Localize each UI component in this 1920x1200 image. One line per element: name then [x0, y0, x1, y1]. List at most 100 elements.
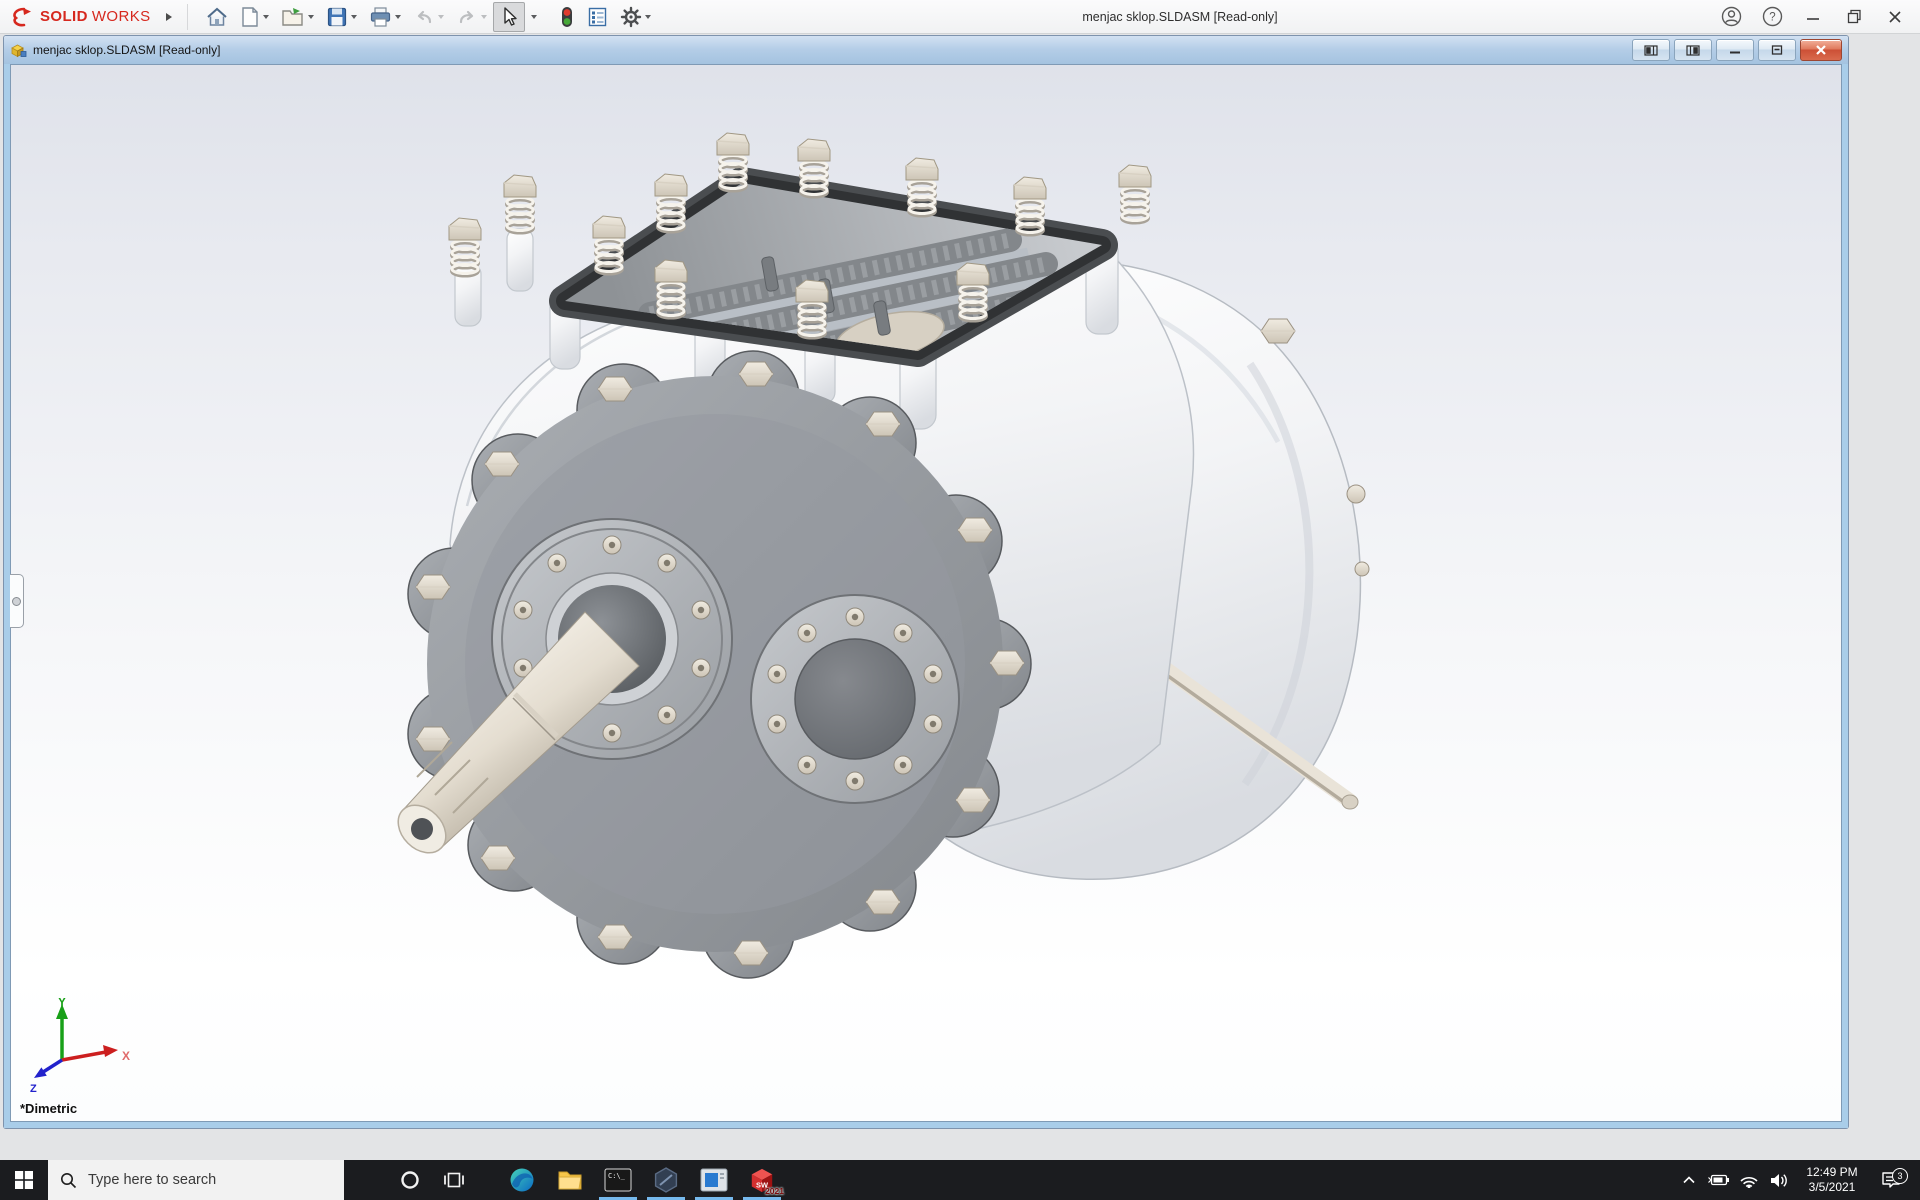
featuremanager-collapse-tab[interactable] — [10, 574, 24, 628]
view-orientation-label: *Dimetric — [20, 1101, 78, 1116]
triad-z-label: Z — [30, 1083, 37, 1094]
pane-left-icon — [1644, 44, 1658, 56]
document-window-controls — [1632, 39, 1842, 61]
battery-charging-icon[interactable] — [1704, 1174, 1734, 1186]
orientation-triad[interactable]: Y X Z — [26, 998, 130, 1094]
window-app-icon — [700, 1168, 728, 1192]
file-explorer-icon — [558, 1171, 582, 1190]
task-view-icon — [444, 1172, 464, 1188]
doc-minimize-icon — [1730, 51, 1740, 54]
gearbox-model[interactable] — [10, 64, 1842, 1122]
app-window-title: menjac sklop.SLDASM [Read-only] — [1082, 9, 1278, 24]
taskbar-clock[interactable]: 12:49 PM 3/5/2021 — [1794, 1165, 1870, 1195]
undo-icon — [417, 10, 431, 23]
system-tray: 12:49 PM 3/5/2021 3 — [1674, 1160, 1920, 1200]
taskbar-app-file-explorer[interactable] — [546, 1160, 594, 1200]
wifi-icon[interactable] — [1734, 1173, 1764, 1188]
doc-close-button[interactable] — [1800, 39, 1842, 61]
help-icon: ? — [1762, 6, 1782, 27]
doc-close-icon — [1816, 45, 1826, 55]
doc-restore-icon — [1771, 45, 1783, 55]
triad-y-label: Y — [58, 998, 66, 1009]
taskbar-app-window[interactable] — [690, 1160, 738, 1200]
account-person-icon — [1721, 6, 1741, 27]
app-restore-button[interactable] — [1841, 4, 1867, 30]
open-dropdown[interactable] — [307, 14, 314, 19]
account-button[interactable] — [1718, 4, 1744, 30]
restore-icon — [1847, 9, 1861, 24]
home-button[interactable] — [200, 2, 234, 32]
new-document-dropdown[interactable] — [262, 14, 269, 19]
app-minimize-button[interactable] — [1800, 4, 1826, 30]
cortana-icon — [401, 1171, 419, 1189]
solidworks-logo: SOLID WORKS — [10, 6, 151, 28]
redo-icon — [459, 10, 473, 23]
undo-button[interactable] — [407, 2, 450, 32]
splitter-dot-icon — [12, 596, 21, 606]
print-button[interactable] — [363, 2, 407, 32]
document-titlebar[interactable]: menjac sklop.SLDASM [Read-only] — [4, 36, 1848, 65]
cortana-button[interactable] — [388, 1160, 432, 1200]
bearing-cover[interactable] — [750, 594, 960, 804]
options-button[interactable] — [614, 2, 657, 32]
rebuild-traffic-light-icon — [561, 6, 572, 27]
taskbar-app-solidworks[interactable]: SW 2021 — [738, 1160, 786, 1200]
show-pane-left-button[interactable] — [1632, 39, 1670, 61]
triad-x-arrow[interactable] — [103, 1045, 118, 1057]
tray-chevron-up-icon[interactable] — [1674, 1176, 1704, 1184]
redo-button[interactable] — [450, 2, 493, 32]
rebuild-button[interactable] — [553, 2, 581, 32]
task-view-button[interactable] — [432, 1160, 476, 1200]
clock-time: 12:49 PM — [1806, 1165, 1858, 1179]
save-icon — [327, 7, 346, 26]
app-close-button[interactable] — [1882, 4, 1908, 30]
taskbar-app-edge[interactable] — [498, 1160, 546, 1200]
new-document-button[interactable] — [234, 2, 275, 32]
graphics-viewport[interactable]: Y X Z *Dimetric — [4, 64, 1848, 1128]
svg-text:C:\_: C:\_ — [608, 1172, 626, 1180]
taskbar-search[interactable] — [48, 1160, 344, 1200]
undo-dropdown[interactable] — [437, 14, 444, 19]
volume-icon[interactable] — [1764, 1173, 1794, 1188]
taskbar-app-command-prompt[interactable]: C:\_ — [594, 1160, 642, 1200]
solidworks-year-label: 2021 — [765, 1186, 784, 1196]
solidworks-mark-icon — [13, 7, 31, 26]
assembly-document-icon — [11, 44, 27, 58]
print-icon — [370, 6, 390, 27]
save-dropdown[interactable] — [350, 14, 357, 19]
clock-date: 3/5/2021 — [1808, 1180, 1856, 1194]
command-prompt-icon: C:\_ — [604, 1168, 632, 1192]
search-input[interactable] — [86, 1171, 310, 1189]
file-properties-button[interactable] — [581, 2, 614, 32]
redo-dropdown[interactable] — [480, 14, 487, 19]
show-pane-right-button[interactable] — [1674, 39, 1712, 61]
help-button[interactable]: ? — [1759, 4, 1785, 30]
taskbar: C:\_ SW 2021 — [0, 1160, 1920, 1200]
minimize-icon — [1807, 17, 1819, 20]
menu-flyout-arrow-icon[interactable] — [165, 12, 173, 22]
save-button[interactable] — [320, 2, 363, 32]
file-properties-icon — [588, 7, 606, 26]
select-tool-button[interactable] — [492, 1, 525, 32]
doc-minimize-button[interactable] — [1716, 39, 1754, 61]
options-gear-icon — [620, 6, 641, 27]
svg-text:?: ? — [1769, 12, 1775, 24]
brand-text-light: WORKS — [91, 8, 151, 25]
start-button[interactable] — [0, 1160, 48, 1200]
taskbar-app-hexagon[interactable] — [642, 1160, 690, 1200]
app-titlebar: SOLID WORKS menjac sklop.SLDASM [Read-on… — [0, 0, 1920, 34]
open-button[interactable] — [275, 2, 320, 32]
toolbar-divider — [186, 3, 188, 30]
select-cursor-icon — [503, 6, 517, 26]
options-dropdown[interactable] — [644, 14, 651, 19]
search-icon — [61, 1172, 77, 1188]
hexagon-app-icon — [654, 1167, 678, 1193]
print-dropdown[interactable] — [394, 14, 401, 19]
edge-icon — [510, 1168, 534, 1192]
app-root: SOLID WORKS menjac sklop.SLDASM [Read-on… — [0, 0, 1920, 1200]
doc-restore-button[interactable] — [1758, 39, 1796, 61]
brand-text-bold: SOLID — [40, 8, 88, 25]
notification-count-badge: 3 — [1892, 1168, 1908, 1184]
select-tool-dropdown[interactable] — [525, 2, 543, 32]
action-center-button[interactable]: 3 — [1870, 1168, 1912, 1189]
